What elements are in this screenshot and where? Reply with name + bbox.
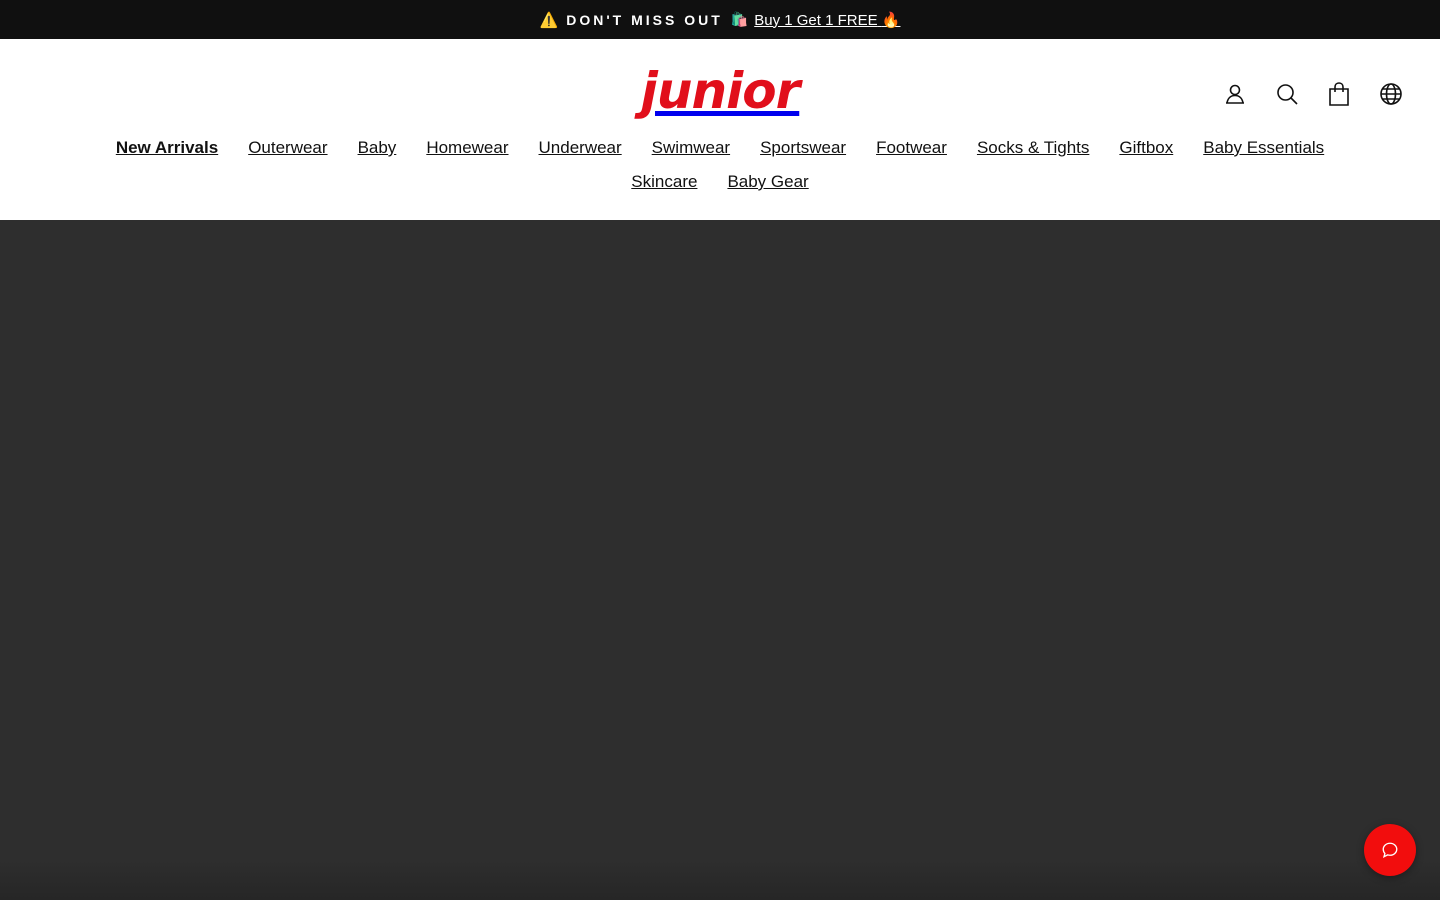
hero-fade [0, 860, 1440, 900]
nav-item-baby-gear[interactable]: Baby Gear [712, 168, 823, 202]
nav-item-baby[interactable]: Baby [343, 134, 412, 168]
search-icon[interactable] [1274, 81, 1300, 107]
cart-icon[interactable] [1326, 81, 1352, 107]
logo-text: junior [640, 62, 800, 120]
fire-icon: 🔥 [881, 11, 901, 29]
nav-item-homewear[interactable]: Homewear [411, 134, 523, 168]
nav-item-underwear[interactable]: Underwear [524, 134, 637, 168]
globe-icon[interactable] [1378, 81, 1404, 107]
site-header: junior New Arrivals Outerwear Baby Homew… [0, 39, 1440, 220]
chat-bubble-icon [1382, 842, 1398, 859]
nav-item-sportswear[interactable]: Sportswear [745, 134, 861, 168]
header-icons [1222, 81, 1404, 107]
announcement-bar: ⚠️ DON'T MISS OUT 🛍️ Buy 1 Get 1 FREE 🔥 [0, 0, 1440, 39]
shopping-bag-icon: 🛍️ [730, 11, 749, 27]
promo-link[interactable]: Buy 1 Get 1 FREE 🔥 [754, 11, 900, 29]
nav-item-socks-tights[interactable]: Socks & Tights [962, 134, 1104, 168]
nav-item-outerwear[interactable]: Outerwear [233, 134, 342, 168]
nav-item-new-arrivals[interactable]: New Arrivals [101, 134, 233, 168]
nav-item-skincare[interactable]: Skincare [616, 168, 712, 202]
nav-item-footwear[interactable]: Footwear [861, 134, 962, 168]
announcement-headline: DON'T MISS OUT [566, 11, 723, 28]
brand-logo[interactable]: junior [641, 59, 800, 123]
account-icon[interactable] [1222, 81, 1248, 107]
hero-banner [0, 220, 1440, 900]
nav-item-giftbox[interactable]: Giftbox [1104, 134, 1188, 168]
promo-link-text: Buy 1 Get 1 FREE [754, 11, 878, 29]
main-navigation: New Arrivals Outerwear Baby Homewear Und… [0, 134, 1440, 202]
chat-button[interactable] [1364, 824, 1416, 876]
nav-item-baby-essentials[interactable]: Baby Essentials [1188, 134, 1339, 168]
nav-item-swimwear[interactable]: Swimwear [637, 134, 745, 168]
warning-icon: ⚠️ [539, 11, 559, 29]
